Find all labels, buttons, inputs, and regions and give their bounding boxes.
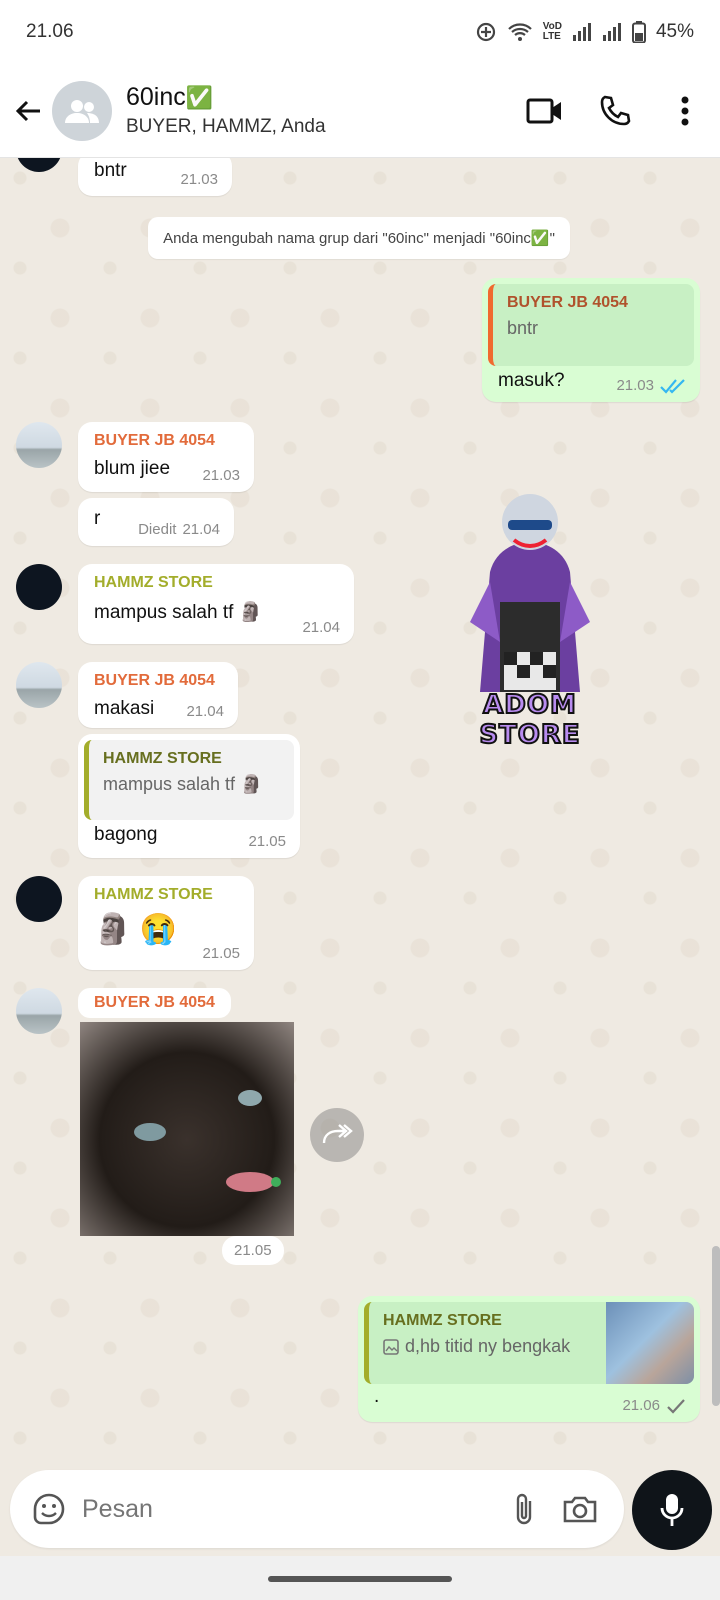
group-avatar[interactable] — [52, 80, 112, 141]
chat-area[interactable]: bntr 21.03 Anda mengubah nama grup dari … — [0, 158, 720, 1464]
group-info[interactable]: 60inc ✅ BUYER, HAMMZ, Anda — [126, 83, 510, 138]
avatar[interactable] — [16, 158, 62, 172]
message-time: 21.05 — [202, 945, 240, 962]
single-check-icon — [667, 1398, 685, 1414]
back-arrow-icon — [15, 100, 40, 121]
message-time: 21.06 — [622, 1397, 686, 1414]
group-members: BUYER, HAMMZ, Anda — [126, 116, 326, 137]
message-time: 21.03 — [202, 467, 240, 484]
quoted-message[interactable]: HAMMZ STORE mampus salah tf 🗿 — [84, 740, 294, 820]
mic-icon — [660, 1494, 684, 1526]
avatar[interactable] — [16, 422, 62, 468]
home-gesture-handle[interactable] — [268, 1576, 452, 1582]
message-input[interactable] — [82, 1494, 496, 1524]
message-time: 21.05 — [222, 1236, 284, 1265]
video-call-button[interactable] — [510, 76, 580, 146]
cat-sticker-image[interactable] — [80, 1022, 294, 1236]
quoted-image-thumbnail — [606, 1302, 694, 1384]
sticker[interactable]: ADOM STORE — [430, 482, 640, 751]
signal-icon — [572, 23, 591, 41]
attach-button[interactable] — [496, 1481, 552, 1537]
message-time: 21.03 — [180, 171, 218, 188]
battery-percent: 45% — [655, 21, 694, 42]
data-saver-icon — [476, 22, 495, 42]
quoted-message[interactable]: HAMMZ STORE d,hb titid ny bengkak — [364, 1302, 694, 1384]
avatar[interactable] — [16, 876, 62, 922]
back-button[interactable] — [0, 82, 58, 140]
message-bubble[interactable]: HAMMZ STORE mampus salah tf 🗿 21.04 — [78, 564, 354, 644]
forward-icon — [322, 1124, 353, 1144]
paperclip-icon — [516, 1493, 532, 1525]
message-bubble[interactable]: BUYER JB 4054 bntr masuk? 21.03 — [482, 278, 700, 402]
message-time: 21.03 — [616, 377, 686, 394]
status-bar: 21.06 VoD LTE 45% — [0, 0, 720, 64]
system-nav-bar — [0, 1556, 720, 1600]
signal-icon-2 — [602, 23, 621, 41]
double-check-read-icon — [660, 378, 685, 394]
camera-button[interactable] — [552, 1481, 608, 1537]
verified-check-emoji: ✅ — [185, 84, 214, 110]
message-bubble[interactable]: r Diedit 21.04 — [78, 498, 234, 546]
system-message: Anda mengubah nama grup dari "60inc" men… — [148, 217, 570, 259]
battery-icon — [631, 21, 646, 43]
message-time: Diedit 21.04 — [138, 521, 220, 538]
sticker-button[interactable] — [26, 1486, 72, 1532]
network-type-label: VoD LTE — [542, 21, 562, 42]
message-bubble[interactable]: BUYER JB 4054 makasi 21.04 — [78, 662, 238, 728]
voice-message-button[interactable] — [632, 1470, 712, 1550]
quoted-message[interactable]: BUYER JB 4054 bntr — [488, 284, 694, 366]
avatar[interactable] — [16, 988, 62, 1034]
more-vert-icon — [681, 96, 689, 125]
sticker-label: ADOM STORE — [478, 689, 581, 751]
message-time: 21.04 — [302, 619, 340, 636]
voice-call-button[interactable] — [580, 76, 650, 146]
message-time: 21.05 — [248, 833, 286, 850]
status-time: 21.06 — [26, 21, 74, 42]
group-title: 60inc ✅ — [126, 83, 214, 111]
group-icon — [65, 99, 99, 123]
chat-header: 60inc ✅ BUYER, HAMMZ, Anda — [0, 64, 720, 158]
avatar[interactable] — [16, 564, 62, 610]
more-options-button[interactable] — [650, 76, 720, 146]
cat-face — [134, 1090, 281, 1192]
video-call-icon — [526, 98, 561, 123]
message-time: 21.04 — [186, 703, 224, 720]
status-icons: VoD LTE 45% — [475, 21, 694, 43]
message-bubble[interactable]: HAMMZ STORE d,hb titid ny bengkak . 21.0… — [358, 1296, 700, 1422]
message-bubble[interactable]: bntr 21.03 — [78, 158, 232, 196]
scrollbar[interactable] — [712, 1246, 720, 1406]
wifi-icon — [507, 23, 532, 41]
sticker-icon — [33, 1493, 65, 1525]
image-icon — [383, 1338, 399, 1355]
message-bubble[interactable]: BUYER JB 4054 blum jiee 21.03 — [78, 422, 254, 492]
sender-name: BUYER JB 4054 — [78, 988, 231, 1018]
phone-icon — [600, 95, 631, 125]
message-bubble[interactable]: HAMMZ STORE 🗿 😭 21.05 — [78, 876, 254, 970]
message-composer — [10, 1470, 624, 1548]
forward-button[interactable] — [310, 1108, 364, 1162]
message-bubble[interactable]: HAMMZ STORE mampus salah tf 🗿 bagong 21.… — [78, 734, 300, 858]
avatar[interactable] — [16, 662, 62, 708]
camera-icon — [563, 1496, 597, 1523]
